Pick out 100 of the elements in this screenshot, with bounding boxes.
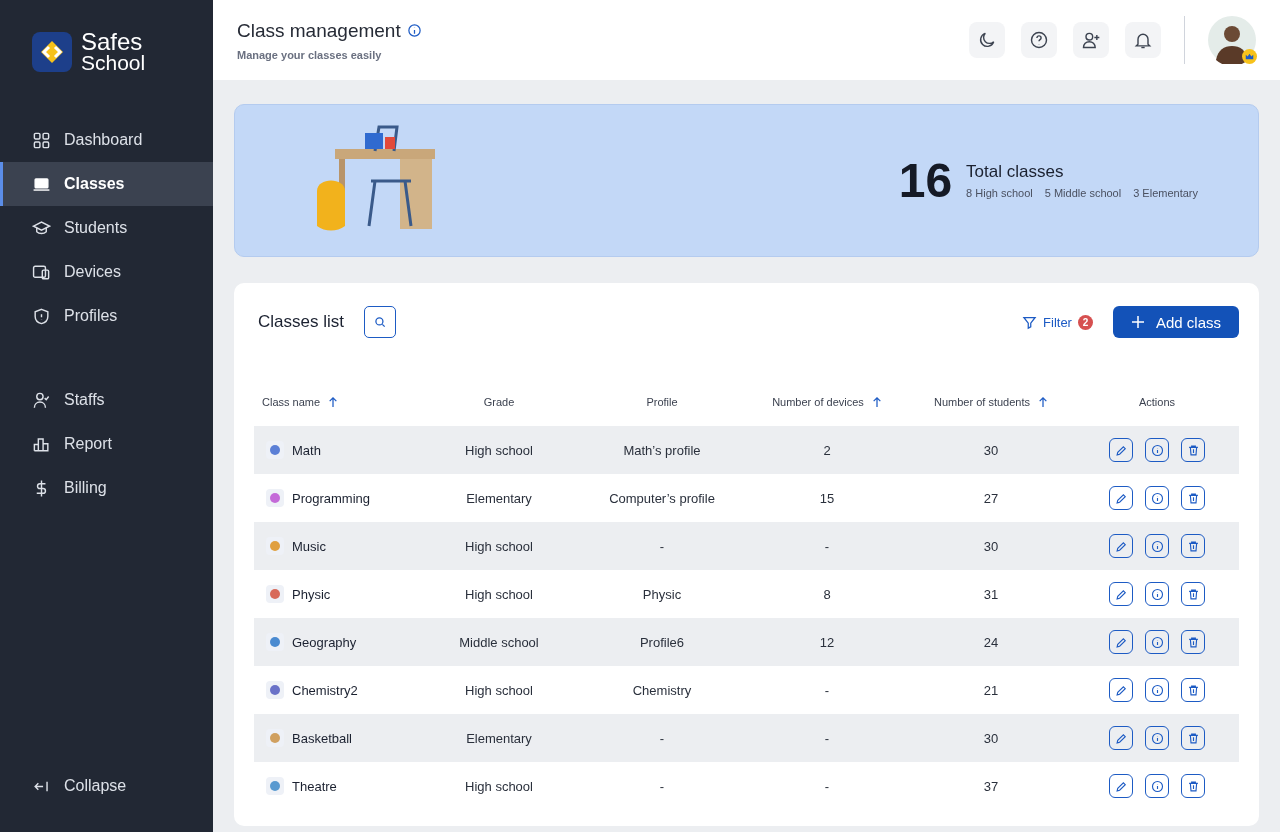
- grid-icon: [32, 130, 51, 150]
- user-check-icon: [32, 390, 51, 410]
- class-icon: [266, 729, 284, 747]
- info-button[interactable]: [1145, 438, 1169, 462]
- filter-button[interactable]: Filter 2: [1022, 314, 1093, 330]
- edit-button[interactable]: [1109, 678, 1133, 702]
- brand-name: Safes: [81, 31, 144, 52]
- sidebar-item[interactable]: Students: [0, 206, 213, 250]
- add-class-button[interactable]: Add class: [1112, 306, 1239, 338]
- edit-button[interactable]: [1109, 774, 1133, 798]
- info-button[interactable]: [1145, 630, 1169, 654]
- delete-button[interactable]: [1181, 630, 1205, 654]
- class-name: Programming: [292, 490, 371, 506]
- class-name: Music: [292, 538, 326, 554]
- devices-icon: [32, 262, 51, 282]
- delete-button[interactable]: [1181, 726, 1205, 750]
- table-cell: -: [659, 730, 665, 746]
- class-name: Physic: [292, 586, 331, 602]
- table-cell: Middle school: [459, 634, 539, 650]
- avatar[interactable]: [1208, 16, 1256, 64]
- sort-arrow-icon[interactable]: [871, 396, 882, 408]
- table-cell: 21: [983, 682, 999, 698]
- sidebar-item[interactable]: Devices: [0, 250, 213, 294]
- info-button[interactable]: [1145, 534, 1169, 558]
- grade-count: 5 Middle school: [1044, 187, 1122, 199]
- toolbar-button[interactable]: [1021, 22, 1057, 58]
- class-name: Basketball: [292, 730, 352, 746]
- table-cell: 15: [819, 490, 835, 506]
- brand-name: School: [81, 52, 146, 73]
- table-cell: Profile6: [639, 634, 685, 650]
- info-icon: [1149, 538, 1165, 554]
- table-cell: Chemistry: [632, 682, 692, 698]
- sort-arrow-icon[interactable]: [1038, 396, 1048, 408]
- edit-button[interactable]: [1109, 438, 1133, 462]
- info-icon: [1149, 730, 1165, 746]
- sidebar-item[interactable]: Dashboard: [0, 118, 213, 162]
- table-cell: 30: [983, 442, 999, 458]
- search-icon: [372, 315, 387, 329]
- info-icon: [1149, 490, 1165, 506]
- sidebar-item[interactable]: Classes: [0, 162, 213, 206]
- edit-button[interactable]: [1109, 534, 1133, 558]
- info-button[interactable]: [1145, 726, 1169, 750]
- table-cell: High school: [465, 442, 533, 458]
- toolbar-button[interactable]: [1125, 22, 1161, 58]
- search-button[interactable]: [363, 306, 396, 338]
- delete-button[interactable]: [1181, 678, 1205, 702]
- moon-icon: [977, 30, 997, 50]
- edit-button[interactable]: [1109, 726, 1133, 750]
- table-cell: Computer’s profile: [609, 490, 715, 506]
- class-name: Math: [292, 442, 321, 458]
- filter-icon: [1022, 314, 1038, 330]
- sidebar-item[interactable]: Billing: [0, 466, 213, 510]
- delete-button[interactable]: [1181, 774, 1205, 798]
- info-icon: [1149, 442, 1165, 458]
- edit-button[interactable]: [1109, 486, 1133, 510]
- class-icon: [266, 441, 284, 459]
- table-cell: -: [824, 730, 830, 746]
- delete-button[interactable]: [1181, 438, 1205, 462]
- total-label: Total classes: [966, 162, 1065, 182]
- column-header: Actions: [1138, 396, 1176, 408]
- class-icon: [266, 489, 284, 507]
- table-cell: 12: [819, 634, 835, 650]
- info-button[interactable]: [1145, 678, 1169, 702]
- table-cell: Elementary: [466, 490, 532, 506]
- table-cell: -: [824, 682, 830, 698]
- table-cell: 37: [983, 778, 999, 794]
- info-icon[interactable]: [406, 23, 422, 38]
- sidebar-item[interactable]: Staffs: [0, 378, 213, 422]
- info-button[interactable]: [1145, 582, 1169, 606]
- info-icon: [1149, 778, 1165, 794]
- total-count: 16: [898, 153, 953, 208]
- info-icon: [1149, 634, 1165, 650]
- list-title: Classes list: [258, 312, 344, 332]
- sidebar-item[interactable]: Profiles: [0, 294, 213, 338]
- table-cell: -: [824, 778, 830, 794]
- column-header: Grade: [483, 396, 515, 408]
- sort-arrow-icon[interactable]: [328, 396, 339, 408]
- column-header: Number of devices: [772, 396, 864, 408]
- collapse-button[interactable]: Collapse: [0, 764, 213, 808]
- delete-button[interactable]: [1181, 534, 1205, 558]
- table-cell: 31: [983, 586, 999, 602]
- sidebar-item[interactable]: Report: [0, 422, 213, 466]
- info-button[interactable]: [1145, 486, 1169, 510]
- info-button[interactable]: [1145, 774, 1169, 798]
- delete-button[interactable]: [1181, 582, 1205, 606]
- table-cell: 27: [983, 490, 999, 506]
- table-cell: Physic: [642, 586, 682, 602]
- table-cell: -: [824, 538, 830, 554]
- shield-icon: [32, 306, 51, 326]
- grade-count: 8 High school: [966, 187, 1033, 199]
- edit-button[interactable]: [1109, 582, 1133, 606]
- table-cell: High school: [465, 586, 533, 602]
- info-icon: [1149, 682, 1165, 698]
- class-icon: [266, 633, 284, 651]
- toolbar-button[interactable]: [969, 22, 1005, 58]
- toolbar-button[interactable]: [1073, 22, 1109, 58]
- table-cell: 30: [983, 538, 999, 554]
- table-cell: 30: [983, 730, 999, 746]
- edit-button[interactable]: [1109, 630, 1133, 654]
- delete-button[interactable]: [1181, 486, 1205, 510]
